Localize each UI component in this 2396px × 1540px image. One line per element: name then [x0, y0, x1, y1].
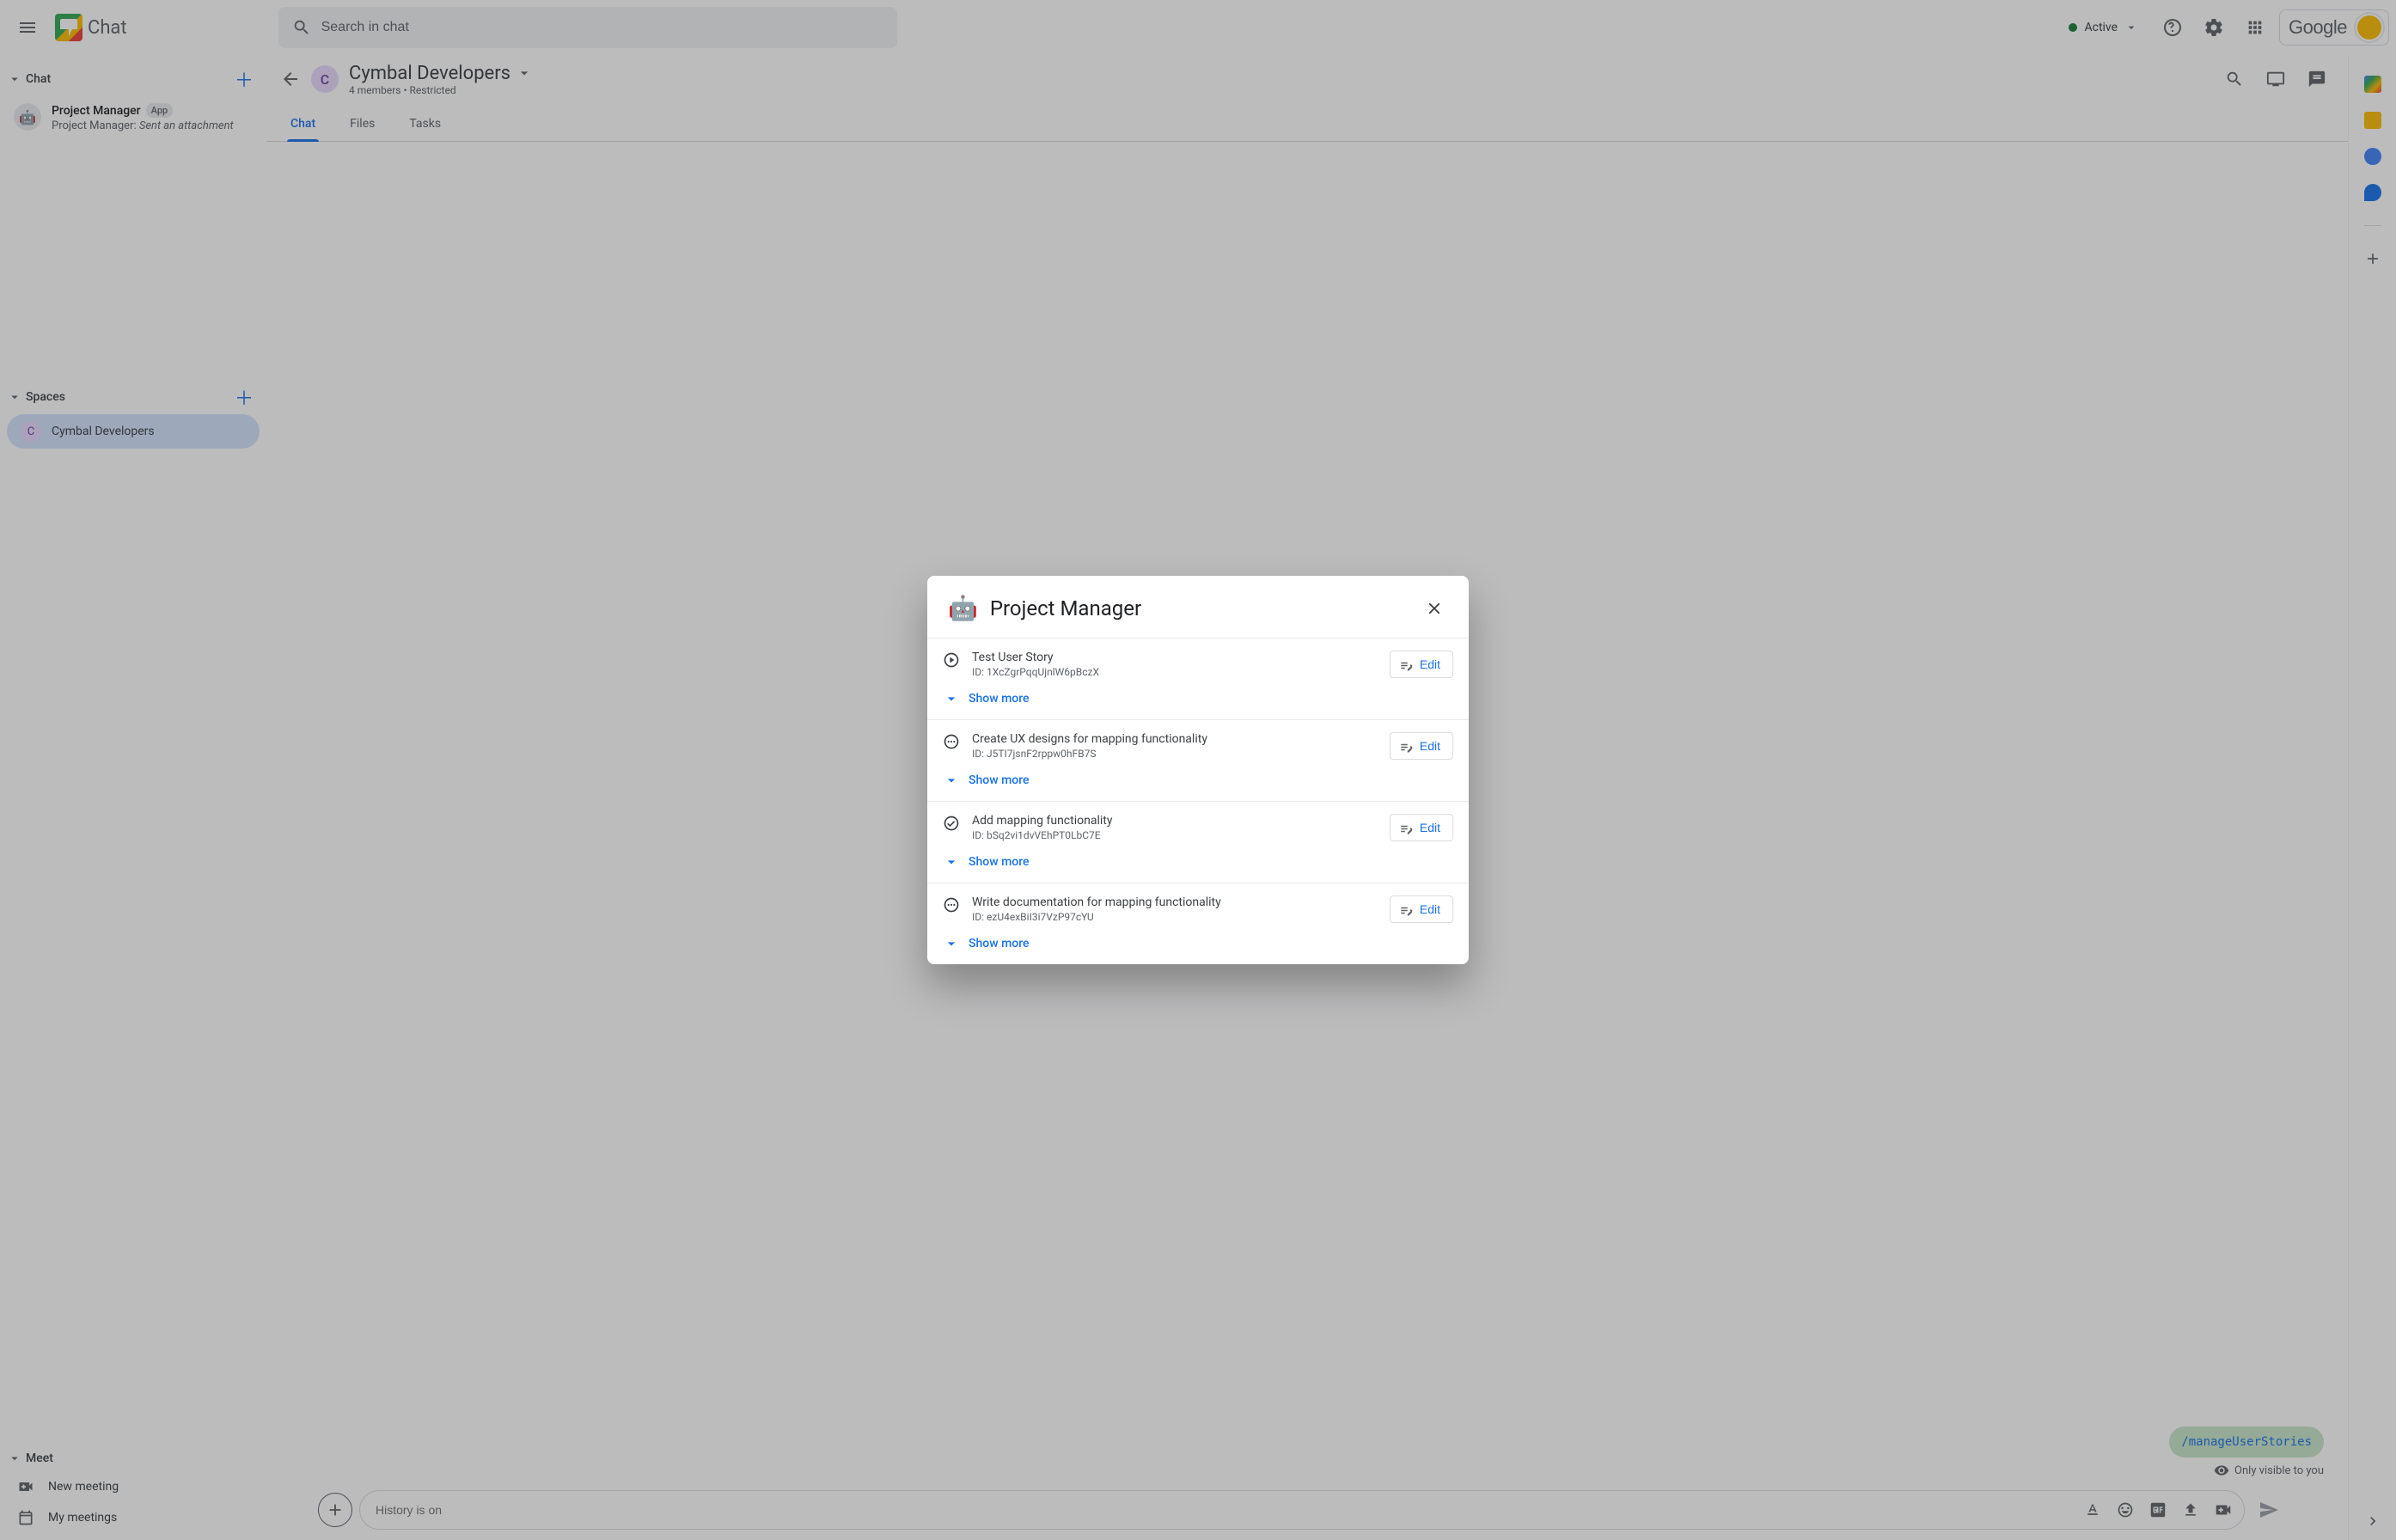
- dialog-title: Project Manager: [990, 596, 1141, 620]
- dialog-header: 🤖 Project Manager: [927, 576, 1469, 638]
- edit-story-button[interactable]: Edit: [1390, 814, 1453, 841]
- story-id: ID: J5TI7jsnF2rppw0hFB7S: [972, 748, 1378, 760]
- edit-story-button[interactable]: Edit: [1390, 732, 1453, 760]
- edit-story-button[interactable]: Edit: [1390, 651, 1453, 678]
- story-status-icon: [943, 733, 960, 750]
- show-more-button[interactable]: Show more: [943, 690, 1453, 707]
- story-card: Write documentation for mapping function…: [927, 883, 1469, 964]
- story-status-icon: [943, 651, 960, 669]
- show-more-button[interactable]: Show more: [943, 853, 1453, 871]
- story-status-icon: [943, 815, 960, 832]
- project-manager-dialog: 🤖 Project Manager Test User Story ID: 1Xc…: [927, 576, 1469, 964]
- story-card: Add mapping functionalityID: bSq2vi1dvVE…: [927, 801, 1469, 883]
- story-card: Test User Story ID: 1XcZgrPqqUjnlW6pBczX E…: [927, 638, 1469, 719]
- story-status-icon: [943, 896, 960, 914]
- show-more-button[interactable]: Show more: [943, 772, 1453, 789]
- story-id: ID: bSq2vi1dvVEhPT0LbC7E: [972, 829, 1378, 841]
- robot-icon: 🤖: [948, 596, 978, 620]
- story-card: Create UX designs for mapping functional…: [927, 719, 1469, 801]
- story-title: Test User Story: [972, 651, 1378, 664]
- story-id: ID: 1XcZgrPqqUjnlW6pBczX: [972, 666, 1378, 678]
- show-more-button[interactable]: Show more: [943, 935, 1453, 952]
- close-button[interactable]: [1421, 595, 1448, 622]
- story-title: Create UX designs for mapping functional…: [972, 732, 1378, 746]
- story-id: ID: ezU4exBiI3i7VzP97cYU: [972, 911, 1378, 923]
- edit-story-button[interactable]: Edit: [1390, 895, 1453, 923]
- close-icon: [1425, 599, 1444, 618]
- story-title: Add mapping functionality: [972, 814, 1378, 828]
- story-title: Write documentation for mapping function…: [972, 895, 1378, 909]
